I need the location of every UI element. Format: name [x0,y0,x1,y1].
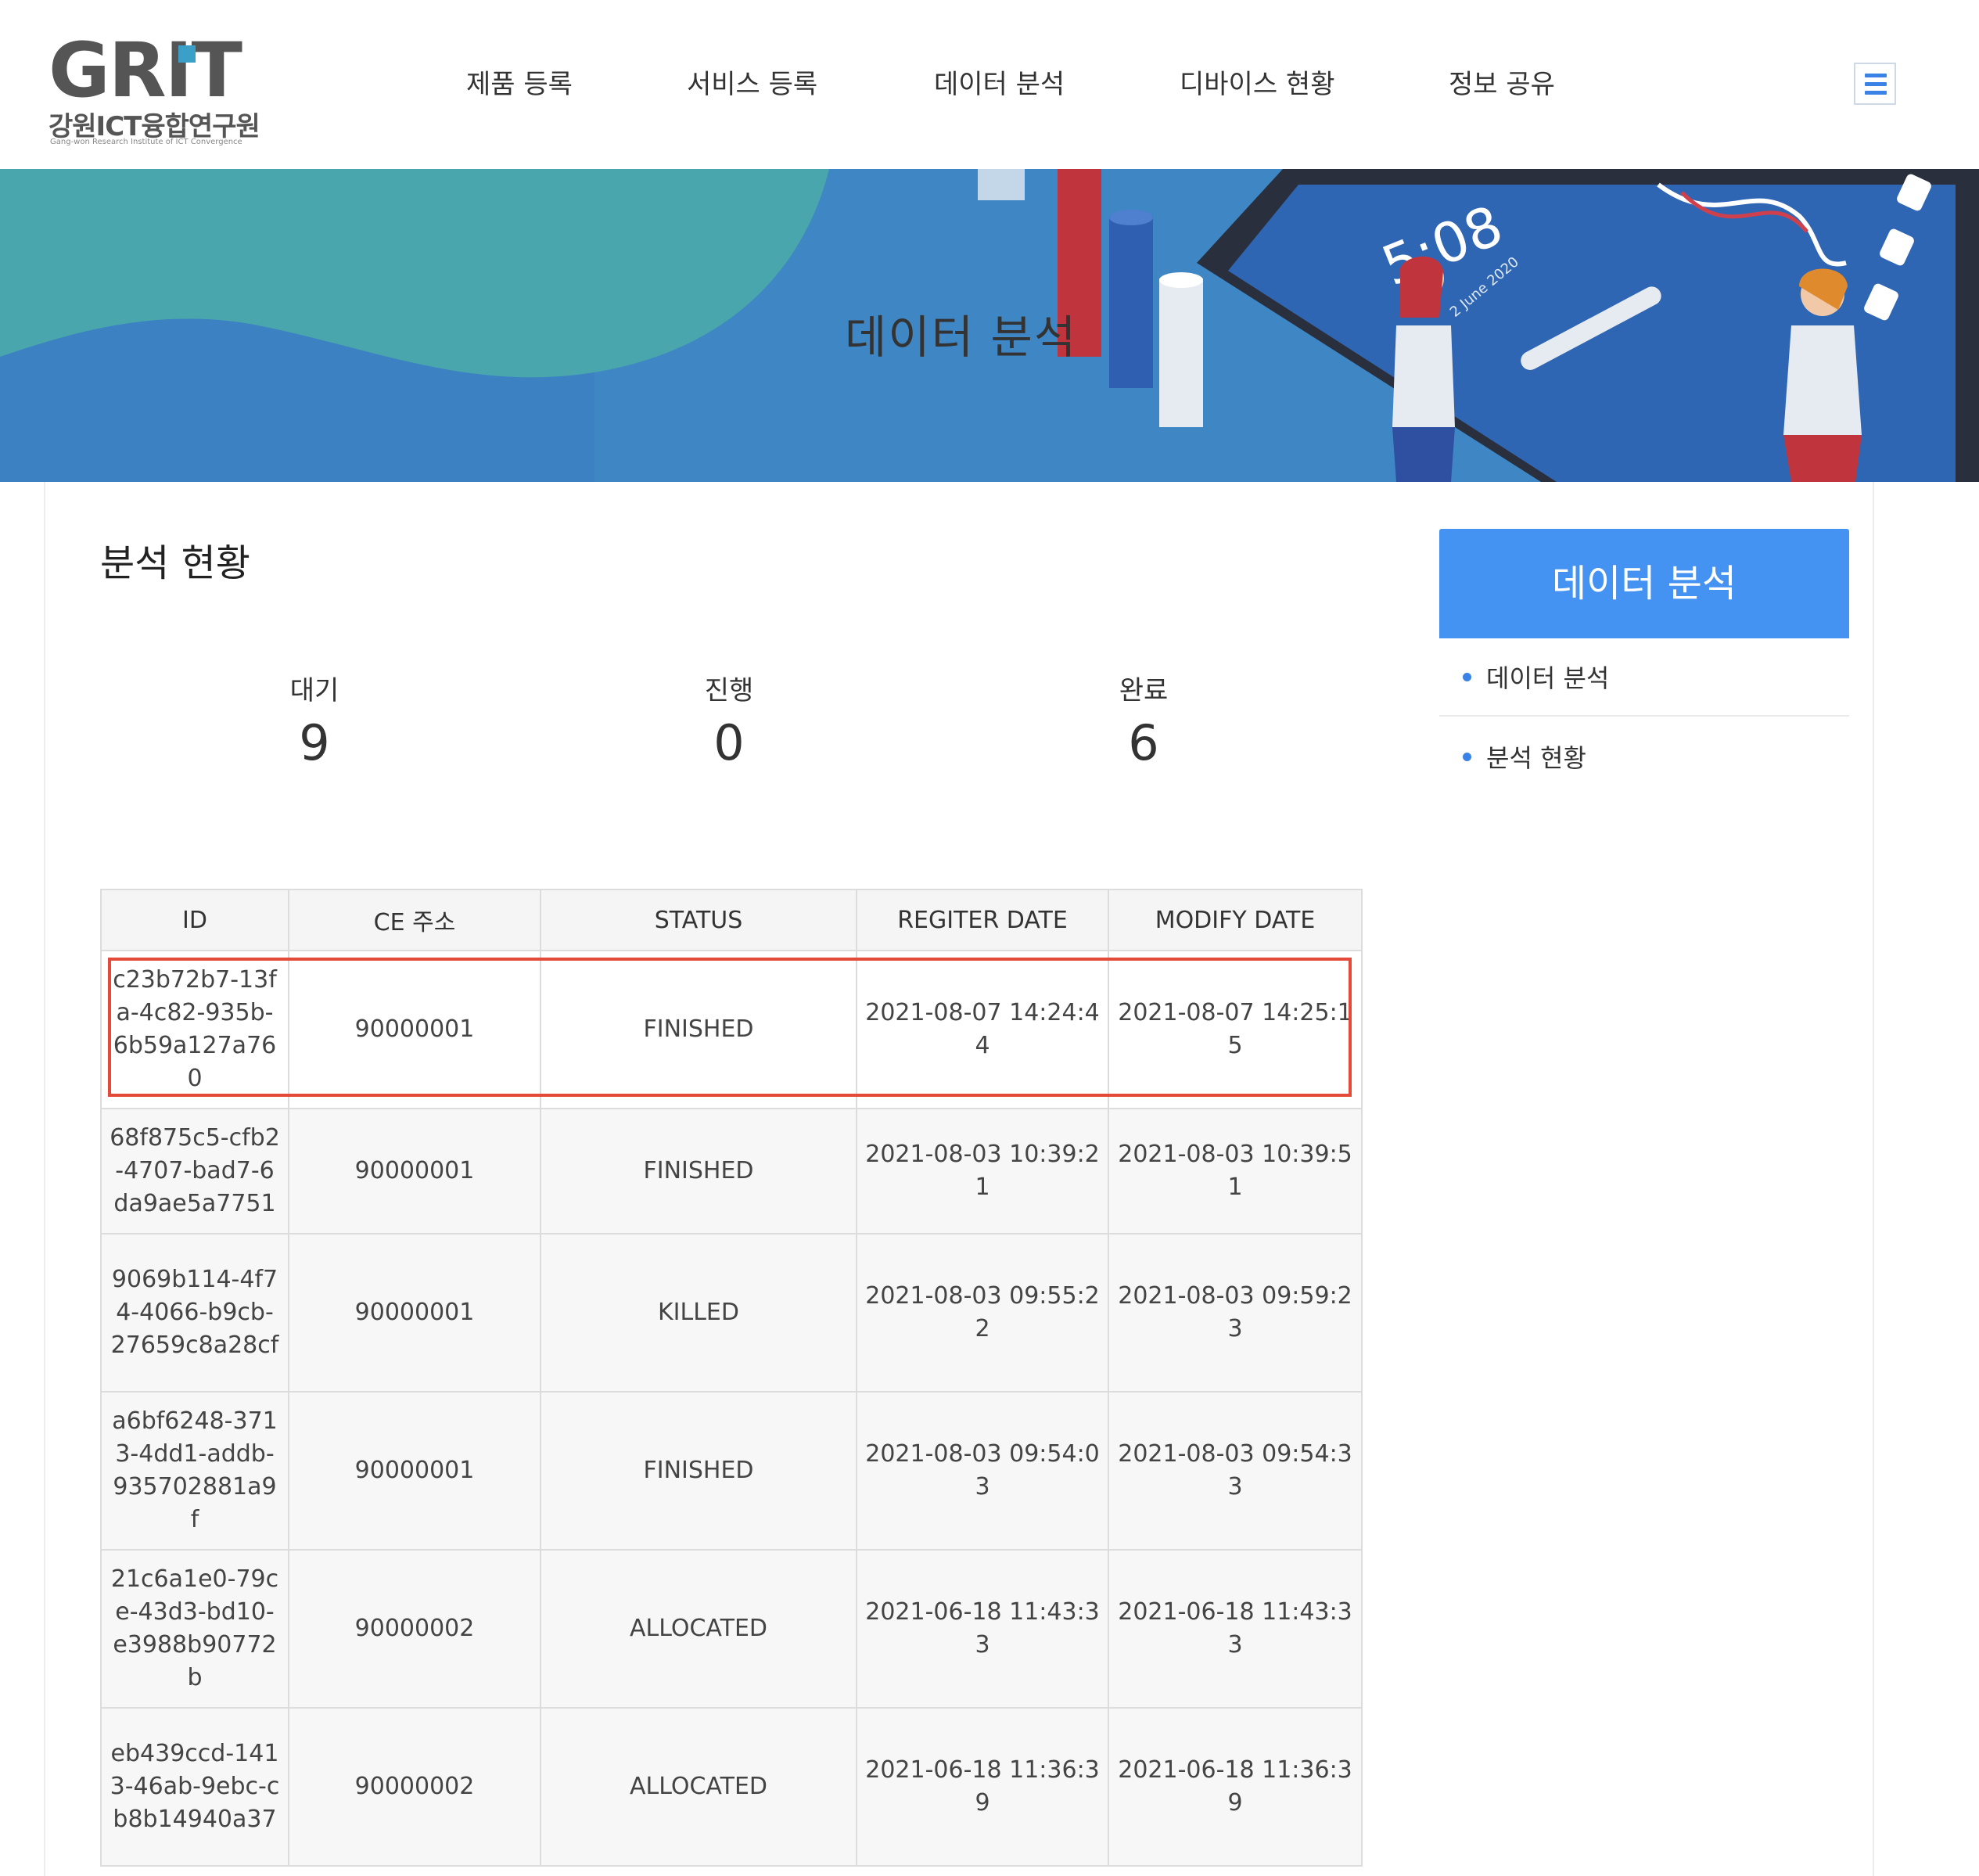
cell-status: FINISHED [540,1108,857,1234]
cell-ce: 90000001 [288,1108,541,1234]
table-row[interactable]: c23b72b7-13fa-4c82-935b-6b59a127a760 900… [100,950,1363,1109]
cell-modify-date: 2021-08-03 10:39:51 [1108,1108,1363,1234]
cell-register-date: 2021-08-03 10:39:21 [856,1108,1109,1234]
table-row[interactable]: 21c6a1e0-79ce-43d3-bd10-e3988b90772b 900… [100,1549,1363,1709]
cell-register-date: 2021-08-07 14:24:44 [856,950,1109,1109]
table-row[interactable]: 9069b114-4f74-4066-b9cb-27659c8a28cf 900… [100,1233,1363,1393]
column-header-status: STATUS [540,889,857,951]
nav-data-analysis[interactable]: 데이터 분석 [934,63,1065,101]
banner-title: 데이터 분석 [845,311,1078,364]
bullet-icon [1463,673,1471,681]
stat-complete: 완료 6 [1026,673,1261,773]
stat-label: 진행 [704,675,754,706]
sidebar-title: 데이터 분석 [1439,529,1849,638]
cell-id: a6bf6248-3713-4dd1-addb-935702881a9f [100,1391,289,1551]
stat-value: 9 [299,714,330,771]
table-header-row: ID CE 주소 STATUS REGITER DATE MODIFY DATE [100,889,1363,951]
cell-ce: 90000001 [288,1391,541,1551]
cell-register-date: 2021-08-03 09:55:22 [856,1233,1109,1393]
cell-id: eb439ccd-1413-46ab-9ebc-cb8b14940a37 [100,1707,289,1867]
hamburger-icon[interactable] [1854,63,1896,105]
cell-id: 68f875c5-cfb2-4707-bad7-6da9ae5a7751 [100,1108,289,1234]
bullet-icon [1463,753,1471,761]
stat-label: 대기 [289,675,339,706]
table-row[interactable]: a6bf6248-3713-4dd1-addb-935702881a9f 900… [100,1391,1363,1551]
column-header-register-date: REGITER DATE [856,889,1109,951]
stat-waiting: 대기 9 [197,673,432,773]
stat-label: 완료 [1119,675,1169,706]
nav-device-status[interactable]: 디바이스 현황 [1180,63,1335,101]
section-title: 분석 현황 [100,541,250,585]
main-nav: 제품 등록 서비스 등록 데이터 분석 디바이스 현황 정보 공유 [0,63,1979,106]
sidebar-item-label: 데이터 분석 [1486,663,1610,693]
cell-ce: 90000001 [288,950,541,1109]
stat-in-progress: 진행 0 [612,673,846,773]
nav-service-register[interactable]: 서비스 등록 [687,63,817,101]
cell-status: ALLOCATED [540,1549,857,1709]
cell-ce: 90000002 [288,1707,541,1867]
cell-id: c23b72b7-13fa-4c82-935b-6b59a127a760 [100,950,289,1109]
cell-status: FINISHED [540,1391,857,1551]
stat-value: 6 [1128,714,1159,771]
nav-product-register[interactable]: 제품 등록 [466,63,573,101]
cell-id: 21c6a1e0-79ce-43d3-bd10-e3988b90772b [100,1549,289,1709]
stat-value: 0 [713,714,745,771]
sidebar-item-analysis-status[interactable]: 분석 현황 [1439,718,1849,796]
table-row[interactable]: 68f875c5-cfb2-4707-bad7-6da9ae5a7751 900… [100,1108,1363,1234]
cell-register-date: 2021-06-18 11:43:33 [856,1549,1109,1709]
sidebar-item-label: 분석 현황 [1486,743,1586,773]
analysis-table: ID CE 주소 STATUS REGITER DATE MODIFY DATE… [100,889,1363,1867]
table-row[interactable]: eb439ccd-1413-46ab-9ebc-cb8b14940a37 900… [100,1707,1363,1867]
column-header-modify-date: MODIFY DATE [1108,889,1363,951]
cell-modify-date: 2021-06-18 11:36:39 [1108,1707,1363,1867]
column-header-ce: CE 주소 [288,889,541,951]
column-header-id: ID [100,889,289,951]
cell-modify-date: 2021-08-03 09:59:23 [1108,1233,1363,1393]
sidebar-item-data-analysis[interactable]: 데이터 분석 [1439,638,1849,717]
cell-id: 9069b114-4f74-4066-b9cb-27659c8a28cf [100,1233,289,1393]
cell-ce: 90000001 [288,1233,541,1393]
cell-register-date: 2021-08-03 09:54:03 [856,1391,1109,1551]
cell-status: ALLOCATED [540,1707,857,1867]
cell-status: KILLED [540,1233,857,1393]
cell-ce: 90000002 [288,1549,541,1709]
cell-status: FINISHED [540,950,857,1109]
page-banner: 5:08 2 June 2020 데이터 분석 [0,169,1979,482]
site-header: GRIT 강원ICT융합연구원 Gang-won Research Instit… [0,0,1979,169]
cell-modify-date: 2021-08-07 14:25:15 [1108,950,1363,1109]
logo-tagline: Gang-won Research Institute of ICT Conve… [50,138,242,146]
cell-modify-date: 2021-08-03 09:54:33 [1108,1391,1363,1551]
logo-accent-square [178,45,196,63]
nav-info-share[interactable]: 정보 공유 [1449,63,1555,101]
cell-register-date: 2021-06-18 11:36:39 [856,1707,1109,1867]
cell-modify-date: 2021-06-18 11:43:33 [1108,1549,1363,1709]
